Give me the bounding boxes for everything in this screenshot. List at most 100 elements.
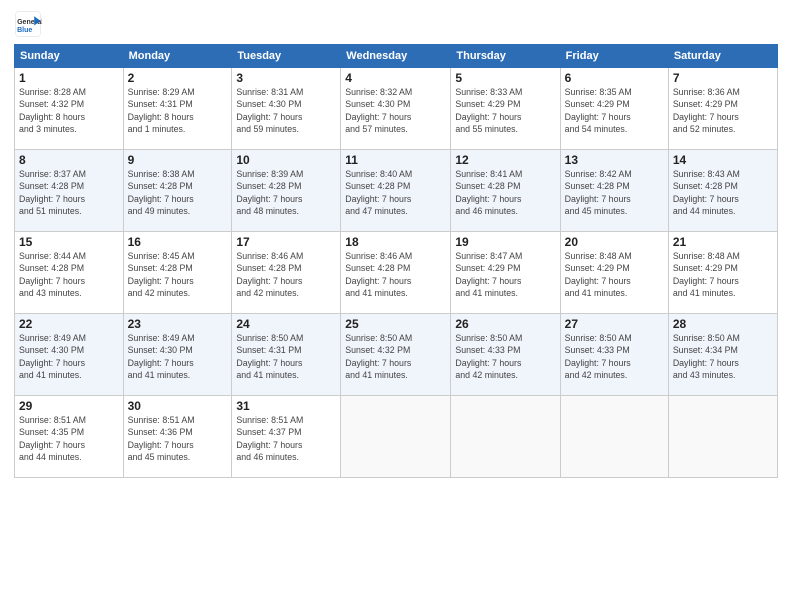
- calendar-cell: 29 Sunrise: 8:51 AMSunset: 4:35 PMDaylig…: [15, 396, 124, 478]
- calendar-header-row: Sunday Monday Tuesday Wednesday Thursday…: [15, 45, 778, 68]
- calendar-week-row: 15 Sunrise: 8:44 AMSunset: 4:28 PMDaylig…: [15, 232, 778, 314]
- col-monday: Monday: [123, 45, 232, 68]
- calendar-cell: 11 Sunrise: 8:40 AMSunset: 4:28 PMDaylig…: [341, 150, 451, 232]
- day-number: 18: [345, 235, 446, 249]
- day-info: Sunrise: 8:40 AMSunset: 4:28 PMDaylight:…: [345, 169, 412, 216]
- calendar-cell: 21 Sunrise: 8:48 AMSunset: 4:29 PMDaylig…: [668, 232, 777, 314]
- day-number: 24: [236, 317, 336, 331]
- calendar-cell: [451, 396, 560, 478]
- day-number: 29: [19, 399, 119, 413]
- calendar-cell: 23 Sunrise: 8:49 AMSunset: 4:30 PMDaylig…: [123, 314, 232, 396]
- calendar-cell: 24 Sunrise: 8:50 AMSunset: 4:31 PMDaylig…: [232, 314, 341, 396]
- day-number: 10: [236, 153, 336, 167]
- day-info: Sunrise: 8:49 AMSunset: 4:30 PMDaylight:…: [19, 333, 86, 380]
- calendar-cell: 8 Sunrise: 8:37 AMSunset: 4:28 PMDayligh…: [15, 150, 124, 232]
- day-info: Sunrise: 8:42 AMSunset: 4:28 PMDaylight:…: [565, 169, 632, 216]
- day-number: 9: [128, 153, 228, 167]
- calendar-cell: [341, 396, 451, 478]
- day-info: Sunrise: 8:44 AMSunset: 4:28 PMDaylight:…: [19, 251, 86, 298]
- calendar-cell: 6 Sunrise: 8:35 AMSunset: 4:29 PMDayligh…: [560, 68, 668, 150]
- calendar-cell: 10 Sunrise: 8:39 AMSunset: 4:28 PMDaylig…: [232, 150, 341, 232]
- day-number: 30: [128, 399, 228, 413]
- day-info: Sunrise: 8:31 AMSunset: 4:30 PMDaylight:…: [236, 87, 303, 134]
- day-number: 21: [673, 235, 773, 249]
- day-number: 14: [673, 153, 773, 167]
- day-number: 28: [673, 317, 773, 331]
- calendar-cell: 26 Sunrise: 8:50 AMSunset: 4:33 PMDaylig…: [451, 314, 560, 396]
- day-info: Sunrise: 8:43 AMSunset: 4:28 PMDaylight:…: [673, 169, 740, 216]
- day-number: 2: [128, 71, 228, 85]
- calendar-cell: 4 Sunrise: 8:32 AMSunset: 4:30 PMDayligh…: [341, 68, 451, 150]
- calendar-week-row: 8 Sunrise: 8:37 AMSunset: 4:28 PMDayligh…: [15, 150, 778, 232]
- calendar-cell: 19 Sunrise: 8:47 AMSunset: 4:29 PMDaylig…: [451, 232, 560, 314]
- calendar-cell: 1 Sunrise: 8:28 AMSunset: 4:32 PMDayligh…: [15, 68, 124, 150]
- calendar-cell: 20 Sunrise: 8:48 AMSunset: 4:29 PMDaylig…: [560, 232, 668, 314]
- day-number: 25: [345, 317, 446, 331]
- calendar-cell: 18 Sunrise: 8:46 AMSunset: 4:28 PMDaylig…: [341, 232, 451, 314]
- calendar-cell: 31 Sunrise: 8:51 AMSunset: 4:37 PMDaylig…: [232, 396, 341, 478]
- day-info: Sunrise: 8:51 AMSunset: 4:35 PMDaylight:…: [19, 415, 86, 462]
- logo: General Blue: [14, 10, 46, 38]
- day-info: Sunrise: 8:50 AMSunset: 4:33 PMDaylight:…: [455, 333, 522, 380]
- day-number: 19: [455, 235, 555, 249]
- day-info: Sunrise: 8:45 AMSunset: 4:28 PMDaylight:…: [128, 251, 195, 298]
- calendar-cell: 3 Sunrise: 8:31 AMSunset: 4:30 PMDayligh…: [232, 68, 341, 150]
- day-number: 4: [345, 71, 446, 85]
- day-info: Sunrise: 8:36 AMSunset: 4:29 PMDaylight:…: [673, 87, 740, 134]
- day-info: Sunrise: 8:48 AMSunset: 4:29 PMDaylight:…: [673, 251, 740, 298]
- day-number: 26: [455, 317, 555, 331]
- day-info: Sunrise: 8:51 AMSunset: 4:36 PMDaylight:…: [128, 415, 195, 462]
- day-info: Sunrise: 8:29 AMSunset: 4:31 PMDaylight:…: [128, 87, 195, 134]
- day-number: 5: [455, 71, 555, 85]
- day-number: 13: [565, 153, 664, 167]
- day-info: Sunrise: 8:47 AMSunset: 4:29 PMDaylight:…: [455, 251, 522, 298]
- day-info: Sunrise: 8:48 AMSunset: 4:29 PMDaylight:…: [565, 251, 632, 298]
- logo-icon: General Blue: [14, 10, 42, 38]
- calendar-cell: 2 Sunrise: 8:29 AMSunset: 4:31 PMDayligh…: [123, 68, 232, 150]
- day-number: 12: [455, 153, 555, 167]
- col-sunday: Sunday: [15, 45, 124, 68]
- calendar-week-row: 1 Sunrise: 8:28 AMSunset: 4:32 PMDayligh…: [15, 68, 778, 150]
- svg-text:Blue: Blue: [17, 27, 32, 34]
- calendar-cell: 30 Sunrise: 8:51 AMSunset: 4:36 PMDaylig…: [123, 396, 232, 478]
- day-info: Sunrise: 8:37 AMSunset: 4:28 PMDaylight:…: [19, 169, 86, 216]
- calendar-cell: 22 Sunrise: 8:49 AMSunset: 4:30 PMDaylig…: [15, 314, 124, 396]
- day-info: Sunrise: 8:39 AMSunset: 4:28 PMDaylight:…: [236, 169, 303, 216]
- day-info: Sunrise: 8:41 AMSunset: 4:28 PMDaylight:…: [455, 169, 522, 216]
- calendar-cell: [668, 396, 777, 478]
- day-number: 7: [673, 71, 773, 85]
- day-info: Sunrise: 8:51 AMSunset: 4:37 PMDaylight:…: [236, 415, 303, 462]
- day-number: 20: [565, 235, 664, 249]
- col-thursday: Thursday: [451, 45, 560, 68]
- calendar-cell: 17 Sunrise: 8:46 AMSunset: 4:28 PMDaylig…: [232, 232, 341, 314]
- day-info: Sunrise: 8:49 AMSunset: 4:30 PMDaylight:…: [128, 333, 195, 380]
- day-info: Sunrise: 8:38 AMSunset: 4:28 PMDaylight:…: [128, 169, 195, 216]
- calendar-cell: 13 Sunrise: 8:42 AMSunset: 4:28 PMDaylig…: [560, 150, 668, 232]
- day-info: Sunrise: 8:50 AMSunset: 4:34 PMDaylight:…: [673, 333, 740, 380]
- day-info: Sunrise: 8:46 AMSunset: 4:28 PMDaylight:…: [236, 251, 303, 298]
- day-number: 15: [19, 235, 119, 249]
- day-info: Sunrise: 8:33 AMSunset: 4:29 PMDaylight:…: [455, 87, 522, 134]
- day-info: Sunrise: 8:35 AMSunset: 4:29 PMDaylight:…: [565, 87, 632, 134]
- day-info: Sunrise: 8:28 AMSunset: 4:32 PMDaylight:…: [19, 87, 86, 134]
- calendar-cell: 9 Sunrise: 8:38 AMSunset: 4:28 PMDayligh…: [123, 150, 232, 232]
- calendar-cell: 7 Sunrise: 8:36 AMSunset: 4:29 PMDayligh…: [668, 68, 777, 150]
- calendar-table: Sunday Monday Tuesday Wednesday Thursday…: [14, 44, 778, 478]
- header: General Blue: [14, 10, 778, 38]
- day-info: Sunrise: 8:50 AMSunset: 4:32 PMDaylight:…: [345, 333, 412, 380]
- day-number: 11: [345, 153, 446, 167]
- day-info: Sunrise: 8:32 AMSunset: 4:30 PMDaylight:…: [345, 87, 412, 134]
- day-number: 8: [19, 153, 119, 167]
- page: General Blue Sunday Monday Tuesday Wedne…: [0, 0, 792, 612]
- calendar-cell: 12 Sunrise: 8:41 AMSunset: 4:28 PMDaylig…: [451, 150, 560, 232]
- calendar-week-row: 29 Sunrise: 8:51 AMSunset: 4:35 PMDaylig…: [15, 396, 778, 478]
- calendar-week-row: 22 Sunrise: 8:49 AMSunset: 4:30 PMDaylig…: [15, 314, 778, 396]
- col-tuesday: Tuesday: [232, 45, 341, 68]
- day-number: 3: [236, 71, 336, 85]
- day-number: 17: [236, 235, 336, 249]
- calendar-cell: 28 Sunrise: 8:50 AMSunset: 4:34 PMDaylig…: [668, 314, 777, 396]
- col-wednesday: Wednesday: [341, 45, 451, 68]
- day-info: Sunrise: 8:50 AMSunset: 4:33 PMDaylight:…: [565, 333, 632, 380]
- calendar-cell: 25 Sunrise: 8:50 AMSunset: 4:32 PMDaylig…: [341, 314, 451, 396]
- day-number: 27: [565, 317, 664, 331]
